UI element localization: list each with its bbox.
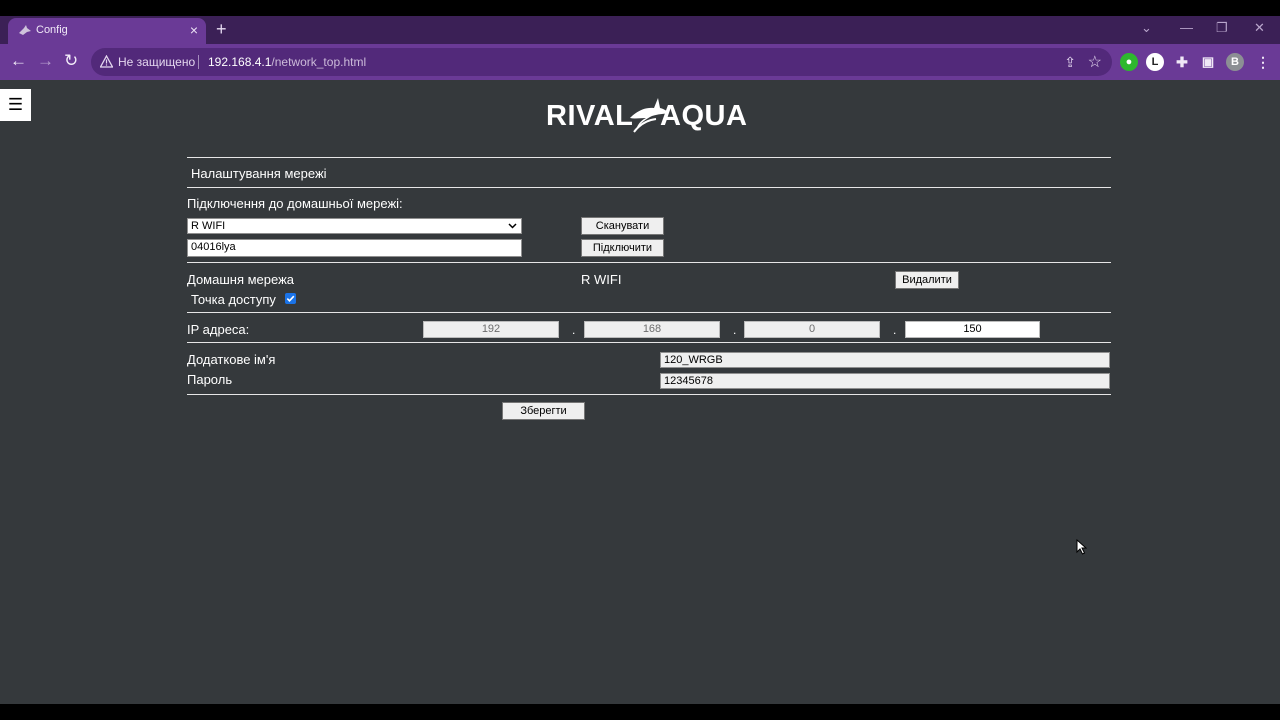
section-title: Налаштування мережі [191, 166, 327, 181]
tab-search-icon[interactable]: ⌄ [1141, 20, 1152, 36]
side-panel-icon[interactable]: ▣ [1199, 53, 1217, 71]
shark-favicon-icon [19, 25, 31, 35]
chevron-down-icon [508, 223, 517, 229]
browser-toolbar: ← → ↻ Не защищено 192.168.4.1/network_to… [0, 44, 1280, 80]
browser-window: Config × + ⌄ — ❐ ✕ ← → ↻ Не защищено 192… [0, 16, 1280, 704]
ip-octet-1[interactable]: 192 [423, 321, 559, 338]
ip-separator: . [733, 323, 737, 337]
profile-avatar[interactable]: B [1226, 53, 1244, 71]
security-label: Не защищено [118, 55, 196, 69]
divider [187, 187, 1111, 188]
password-input[interactable]: 12345678 [660, 373, 1110, 389]
menu-kebab-icon[interactable]: ⋮ [1254, 53, 1272, 71]
back-icon[interactable]: ← [10, 52, 27, 70]
tab-strip: Config × + ⌄ — ❐ ✕ [0, 16, 1280, 44]
restore-icon[interactable]: ❐ [1216, 20, 1228, 36]
not-secure-warning-icon[interactable] [100, 55, 113, 68]
delete-button[interactable]: Видалити [895, 271, 959, 289]
wifi-password-input[interactable]: 04016lya [187, 239, 522, 257]
network-select-value: R WIFI [191, 220, 226, 232]
url-separator [198, 55, 199, 69]
config-page: ☰ RIVAL AQUA Налаштування мережі Підключ… [0, 80, 1280, 704]
minimize-icon[interactable]: — [1180, 20, 1193, 36]
extension-l-icon[interactable]: L [1146, 53, 1164, 71]
new-tab-button[interactable]: + [216, 19, 227, 39]
ip-octet-2[interactable]: 168 [584, 321, 720, 338]
extension-green-icon[interactable]: ● [1120, 53, 1138, 71]
network-select[interactable]: R WIFI [187, 218, 522, 234]
extra-name-input[interactable]: 120_WRGB [660, 352, 1110, 368]
bookmark-star-icon[interactable]: ☆ [1088, 52, 1102, 72]
extensions-puzzle-icon[interactable]: ✚ [1173, 53, 1191, 71]
connect-button[interactable]: Підключити [581, 239, 664, 257]
tab-title: Config [36, 24, 68, 36]
home-network-heading: Підключення до домашньої мережі: [187, 196, 403, 211]
rival-aqua-logo: RIVAL AQUA [546, 92, 748, 137]
divider [187, 394, 1111, 395]
save-button[interactable]: Зберегти [502, 402, 585, 420]
hamburger-menu-button[interactable]: ☰ [0, 89, 31, 121]
divider [187, 157, 1111, 158]
divider [187, 342, 1111, 343]
mouse-cursor-icon [1076, 539, 1087, 555]
divider [187, 312, 1111, 313]
password-label: Пароль [187, 372, 233, 387]
access-point-label: Точка доступу [191, 292, 276, 307]
logo-text-rival: RIVAL [546, 100, 634, 132]
ip-separator: . [893, 323, 897, 337]
tab-config[interactable]: Config × [8, 18, 206, 44]
ip-separator: . [572, 323, 576, 337]
home-network-value: R WIFI [581, 272, 622, 287]
url-text: 192.168.4.1/network_top.html [208, 55, 366, 69]
scan-button[interactable]: Сканувати [581, 217, 664, 235]
access-point-checkbox[interactable] [285, 293, 296, 304]
url-path: /network_top.html [271, 55, 367, 69]
tab-close-icon[interactable]: × [190, 22, 198, 38]
divider [187, 262, 1111, 263]
forward-icon[interactable]: → [37, 52, 54, 70]
home-network-label: Домашня мережа [187, 272, 295, 287]
ip-octet-3[interactable]: 0 [744, 321, 880, 338]
address-bar[interactable]: Не защищено 192.168.4.1/network_top.html… [91, 48, 1112, 76]
ip-octet-4[interactable]: 150 [905, 321, 1040, 338]
extra-name-label: Додаткове ім'я [187, 352, 276, 367]
reload-icon[interactable]: ↻ [64, 52, 78, 70]
window-close-icon[interactable]: ✕ [1254, 20, 1265, 36]
ip-address-label: IP адреса: [187, 322, 250, 337]
share-icon[interactable]: ⇪ [1064, 54, 1076, 71]
url-host: 192.168.4.1 [208, 55, 272, 69]
logo-text-aqua: AQUA [660, 100, 748, 132]
